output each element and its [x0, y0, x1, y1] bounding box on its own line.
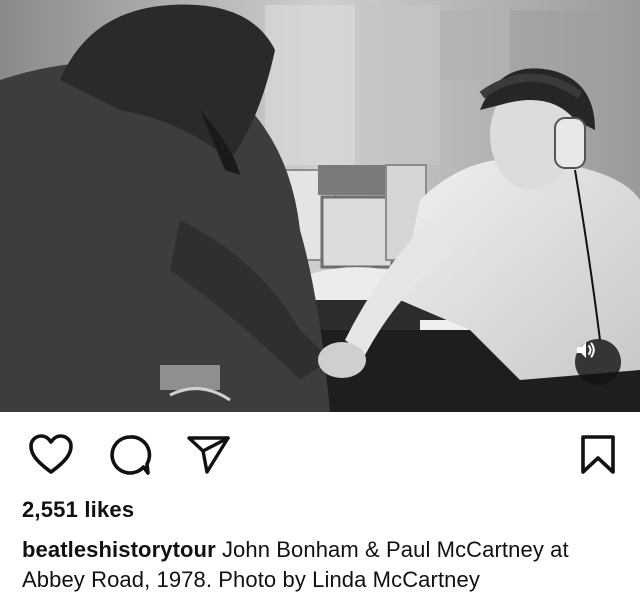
sound-toggle-button[interactable]: [575, 339, 621, 385]
caption-username[interactable]: beatleshistorytour: [22, 537, 216, 562]
bookmark-icon: [578, 435, 618, 480]
post-caption: beatleshistorytour John Bonham & Paul Mc…: [22, 535, 622, 595]
share-button[interactable]: [186, 434, 232, 481]
paper-plane-icon: [186, 436, 232, 480]
studio-photo: [0, 0, 640, 412]
like-button[interactable]: [28, 434, 74, 481]
post-image[interactable]: [0, 0, 640, 412]
like-count[interactable]: 2,551 likes: [22, 497, 134, 523]
heart-icon: [28, 434, 74, 480]
save-button[interactable]: [578, 434, 618, 481]
comment-button[interactable]: [107, 434, 153, 481]
comment-bubble-icon: [107, 435, 153, 480]
